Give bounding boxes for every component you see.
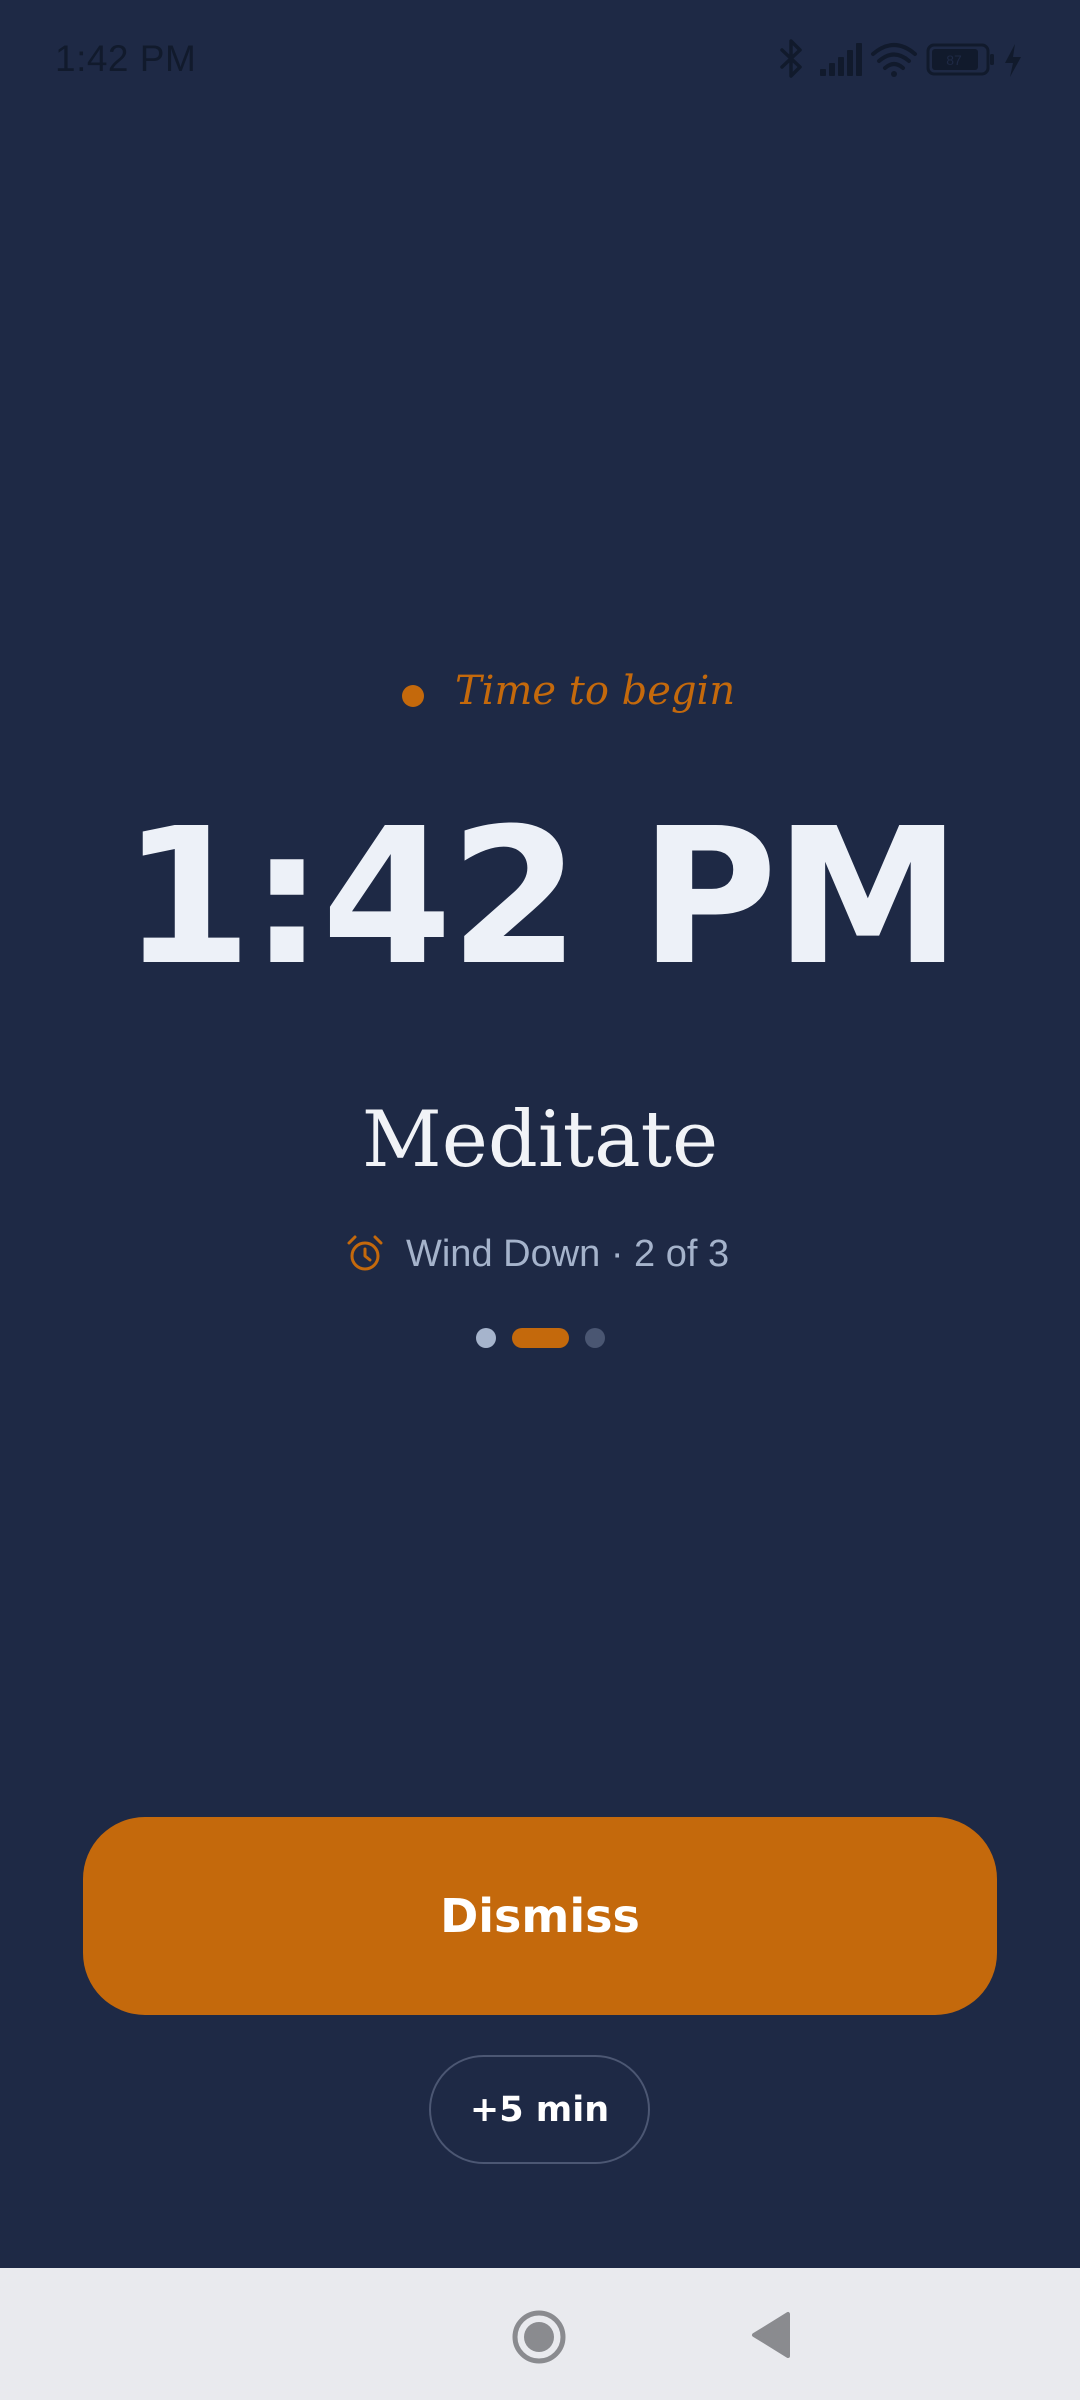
- battery-icon: 87: [926, 43, 994, 76]
- status-time: 1:42 PM: [55, 38, 197, 79]
- snooze-button[interactable]: +5 min: [429, 2055, 650, 2164]
- routine-text: Wind Down · 2 of 3: [406, 1233, 730, 1275]
- step-dot-1: [476, 1328, 496, 1348]
- step-indicator: [0, 1328, 1080, 1350]
- svg-text:87: 87: [946, 52, 962, 68]
- alarm-clock-icon: [347, 1235, 383, 1271]
- navigation-bar: [0, 2268, 1080, 2400]
- dismiss-button[interactable]: Dismiss: [83, 1817, 997, 2015]
- task-title: Meditate: [361, 1095, 719, 1185]
- charging-icon: [1005, 44, 1021, 77]
- status-bar: 1:42 PM 87: [0, 0, 1080, 120]
- home-icon[interactable]: [510, 2308, 568, 2366]
- step-dot-2-current: [512, 1328, 569, 1348]
- alarm-time: 1:42 PM: [121, 788, 962, 1007]
- routine-info: Wind Down · 2 of 3: [0, 1224, 1080, 1284]
- back-icon[interactable]: [750, 2310, 792, 2360]
- alarm-tagline: Time to begin: [0, 664, 1080, 726]
- signal-icon: [820, 43, 862, 76]
- step-dot-3: [585, 1328, 605, 1348]
- status-icons: 87: [778, 36, 1028, 86]
- bluetooth-icon: [780, 39, 802, 78]
- wifi-icon: [871, 43, 917, 77]
- tagline-indicator-dot: [402, 685, 424, 707]
- tagline-text: Time to begin: [455, 668, 736, 714]
